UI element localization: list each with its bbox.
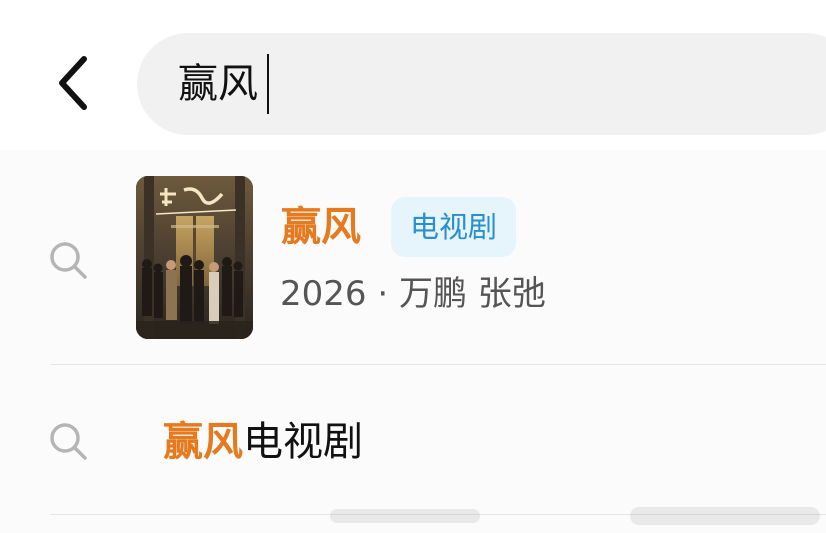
suggestion-text: 赢风电视剧 <box>163 414 363 470</box>
suggestion-meta: 2026 · 万鹏 张弛 <box>280 274 546 314</box>
text-cursor <box>267 54 269 114</box>
chevron-left-icon <box>59 56 87 110</box>
suggestion-item-rich[interactable]: 赢风 电视剧 2026 · 万鹏 张弛 <box>0 160 826 360</box>
poster-image <box>136 176 253 339</box>
suggestion-item-simple[interactable]: 赢风电视剧 <box>0 378 826 506</box>
watermark-graphic <box>330 507 820 525</box>
search-icon <box>50 423 87 460</box>
category-tag: 电视剧 <box>391 197 516 257</box>
suggestion-rest: 电视剧 <box>243 419 363 465</box>
poster-thumbnail[interactable] <box>136 176 253 339</box>
search-icon <box>50 242 87 279</box>
suggestion-title: 赢风 <box>281 204 361 250</box>
back-button[interactable] <box>44 48 104 118</box>
suggestion-highlight: 赢风 <box>163 419 243 465</box>
search-page: 赢风 电视剧 2026 · 万鹏 张弛 赢风电视剧 <box>0 0 826 533</box>
divider <box>50 364 826 365</box>
